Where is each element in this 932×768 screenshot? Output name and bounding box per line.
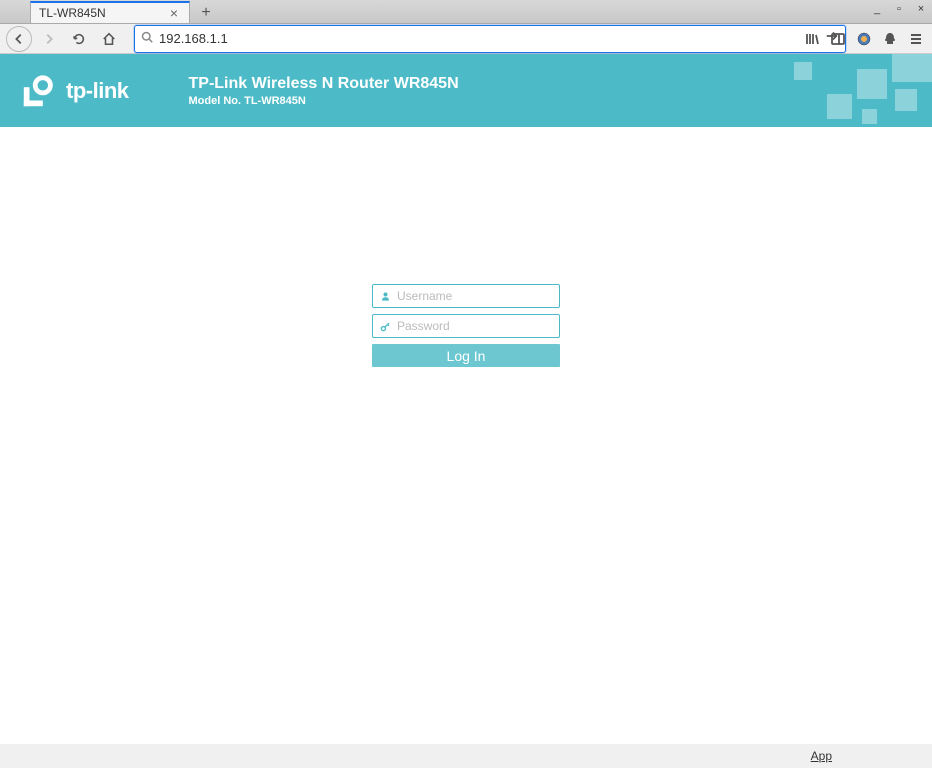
header-title-block: TP-Link Wireless N Router WR845N Model N… [189, 75, 459, 107]
footer-bar: App [0, 744, 932, 768]
window-controls: _ ▫ × [870, 2, 928, 16]
tab-title: TL-WR845N [39, 6, 167, 20]
header-decoration [772, 54, 932, 127]
user-icon [377, 291, 393, 302]
url-input[interactable] [159, 31, 825, 46]
password-field-wrap [372, 314, 560, 338]
password-input[interactable] [393, 319, 555, 333]
back-button[interactable] [6, 26, 32, 52]
browser-toolbar [0, 24, 932, 54]
minimize-icon[interactable]: _ [870, 2, 884, 16]
login-button[interactable]: Log In [372, 344, 560, 367]
menu-icon[interactable] [906, 29, 926, 49]
username-input[interactable] [393, 289, 555, 303]
logo: tp-link [20, 72, 129, 110]
close-tab-icon[interactable]: × [167, 6, 181, 20]
browser-chrome: TL-WR845N × + _ ▫ × [0, 0, 932, 54]
logo-icon [20, 72, 58, 110]
forward-button[interactable] [36, 26, 62, 52]
page-subtitle: Model No. TL-WR845N [189, 95, 459, 107]
extension-icon-1[interactable] [854, 29, 874, 49]
maximize-icon[interactable]: ▫ [892, 2, 906, 16]
sidebar-icon[interactable] [828, 29, 848, 49]
extension-icon-2[interactable] [880, 29, 900, 49]
page-title: TP-Link Wireless N Router WR845N [189, 75, 459, 93]
key-icon [377, 321, 393, 332]
app-link[interactable]: App [811, 749, 832, 763]
page-header: tp-link TP-Link Wireless N Router WR845N… [0, 54, 932, 127]
browser-tab[interactable]: TL-WR845N × [30, 1, 190, 23]
page-content: tp-link TP-Link Wireless N Router WR845N… [0, 54, 932, 744]
search-icon [141, 30, 153, 48]
reload-button[interactable] [66, 26, 92, 52]
tab-bar: TL-WR845N × + _ ▫ × [0, 0, 932, 24]
login-form: Log In [372, 284, 560, 367]
username-field-wrap [372, 284, 560, 308]
library-icon[interactable] [802, 29, 822, 49]
url-bar[interactable] [134, 25, 846, 53]
home-button[interactable] [96, 26, 122, 52]
close-window-icon[interactable]: × [914, 2, 928, 16]
new-tab-button[interactable]: + [194, 3, 218, 23]
logo-text: tp-link [66, 78, 129, 104]
